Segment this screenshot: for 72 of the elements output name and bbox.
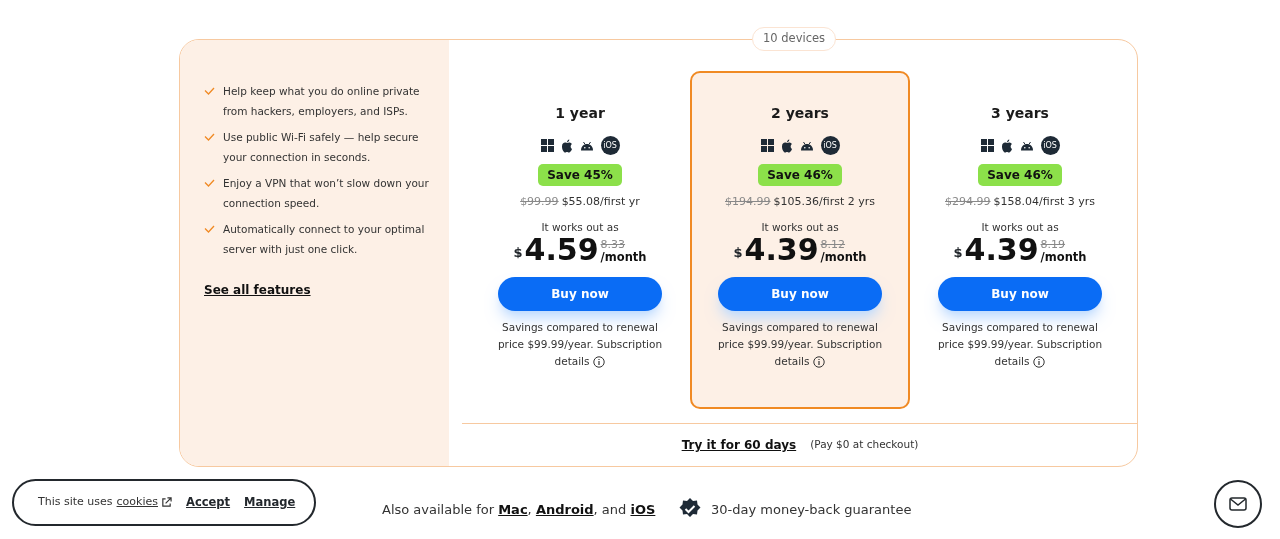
- trial-link[interactable]: Try it for 60 days: [681, 436, 797, 454]
- monthly-price: 4.39: [744, 233, 819, 268]
- android-icon: [799, 140, 814, 151]
- guarantee-text: 30-day money-back guarantee: [711, 501, 912, 519]
- old-price: $294.99: [945, 194, 991, 210]
- feature-text: Enjoy a VPN that won’t slow down your connection speed.: [223, 176, 430, 211]
- info-icon[interactable]: [1033, 355, 1046, 368]
- plan-title: 2 years: [771, 104, 829, 123]
- apple-icon: [780, 138, 793, 153]
- check-icon: [204, 179, 215, 187]
- subscription-details-link[interactable]: details: [994, 353, 1030, 371]
- buy-now-button[interactable]: Buy now: [718, 277, 882, 312]
- old-price: $99.99: [520, 194, 559, 210]
- old-monthly-price: 8.33: [600, 239, 626, 252]
- feature-text: Use public Wi-Fi safely — help secure your connection in seconds.: [223, 130, 420, 165]
- per-month-label: /month: [1040, 251, 1087, 265]
- info-icon[interactable]: [593, 355, 606, 368]
- ios-icon: iOS: [820, 136, 840, 155]
- currency-symbol: $: [953, 243, 963, 262]
- accept-button[interactable]: Accept: [186, 493, 231, 512]
- email-button[interactable]: [1214, 480, 1262, 528]
- first-term-price: $105.36/first 2 yrs: [773, 194, 875, 210]
- availability-text: Also available for Mac, Android, and iOS: [382, 501, 656, 519]
- per-month-label: /month: [600, 251, 647, 265]
- works-out-label: It works out as: [761, 219, 839, 235]
- save-badge: Save 46%: [758, 164, 842, 186]
- monthly-price: 4.59: [524, 233, 599, 268]
- plan-title: 1 year: [555, 104, 605, 123]
- subscription-details-link[interactable]: details: [774, 353, 810, 371]
- first-term-price: $55.08/first yr: [561, 194, 640, 210]
- plan-title: 3 years: [991, 104, 1049, 123]
- per-month-label: /month: [820, 251, 867, 265]
- old-monthly-price: 8.12: [820, 239, 846, 252]
- cookies-link[interactable]: cookies: [116, 494, 158, 511]
- cookie-text: This site uses: [38, 494, 113, 511]
- trial-note: (Pay $0 at checkout): [810, 437, 919, 453]
- android-icon: [579, 140, 594, 151]
- subscription-details-link[interactable]: details: [554, 353, 590, 371]
- currency-symbol: $: [733, 243, 743, 262]
- windows-icon: [760, 139, 774, 152]
- platform-link[interactable]: Mac: [498, 502, 528, 517]
- platform-link[interactable]: Android: [535, 502, 594, 517]
- feature-text: Help keep what you do online private from hackers, employers, and ISPs.: [223, 84, 421, 119]
- buy-now-button[interactable]: Buy now: [498, 277, 662, 312]
- old-price: $194.99: [725, 194, 771, 210]
- ios-icon: iOS: [1040, 136, 1060, 155]
- apple-icon: [560, 138, 573, 153]
- manage-button[interactable]: Manage: [244, 493, 296, 512]
- windows-icon: [980, 139, 994, 152]
- external-link-icon: [161, 497, 172, 508]
- ios-icon: iOS: [600, 136, 620, 155]
- save-badge: Save 45%: [538, 164, 622, 186]
- works-out-label: It works out as: [981, 219, 1059, 235]
- info-icon[interactable]: [813, 355, 826, 368]
- monthly-price: 4.39: [964, 233, 1039, 268]
- currency-symbol: $: [513, 243, 523, 262]
- buy-now-button[interactable]: Buy now: [938, 277, 1102, 312]
- see-all-features-link[interactable]: See all features: [204, 281, 311, 299]
- check-icon: [204, 133, 215, 141]
- first-term-price: $158.04/first 3 yrs: [993, 194, 1095, 210]
- windows-icon: [540, 139, 554, 152]
- android-icon: [1019, 140, 1034, 151]
- platform-link[interactable]: iOS: [630, 502, 656, 517]
- works-out-label: It works out as: [541, 219, 619, 235]
- devices-badge: 10 devices: [752, 27, 836, 51]
- check-icon: [204, 87, 215, 95]
- feature-text: Automatically connect to your optimal server with just one click.: [223, 222, 426, 257]
- mail-icon: [1229, 497, 1247, 511]
- save-badge: Save 46%: [978, 164, 1062, 186]
- apple-icon: [1000, 138, 1013, 153]
- old-monthly-price: 8.19: [1040, 239, 1066, 252]
- check-icon: [204, 225, 215, 233]
